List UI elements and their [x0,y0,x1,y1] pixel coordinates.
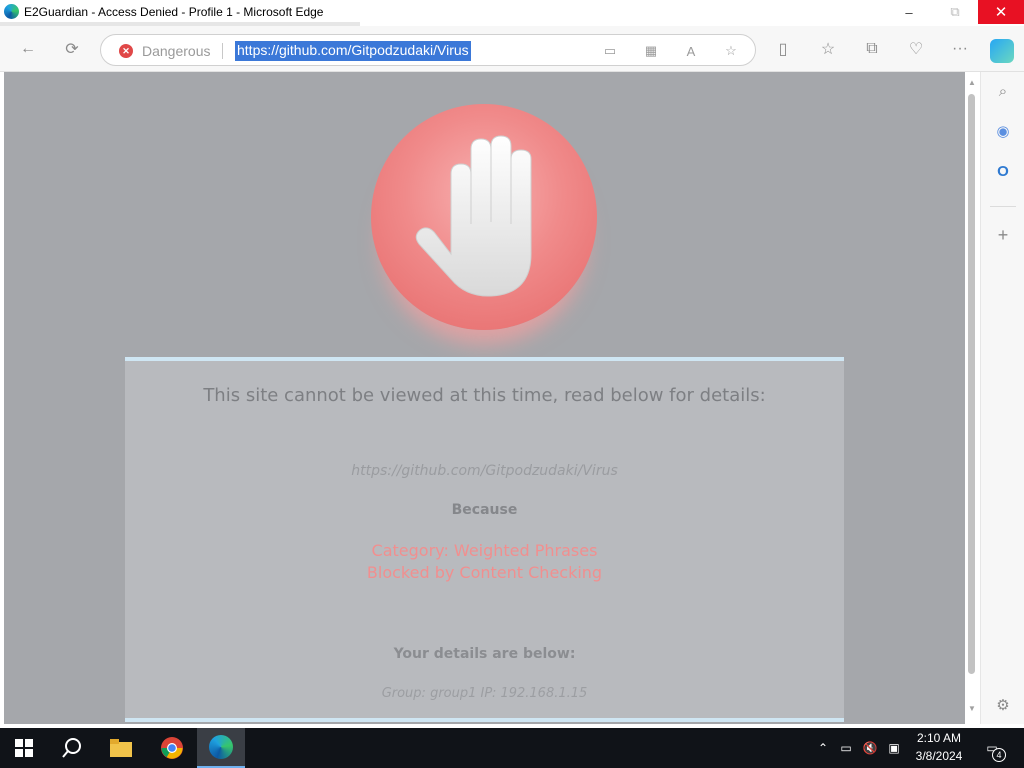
browser-essentials-icon[interactable]: ♡ [905,38,927,60]
read-aloud-icon[interactable]: A [682,42,700,60]
vertical-scrollbar[interactable]: ▲ ▼ [965,72,979,724]
qr-code-icon[interactable]: ▦ [642,42,660,60]
sidebar-divider [990,206,1016,207]
back-icon[interactable]: ← [17,38,39,60]
microsoft-365-icon[interactable]: ◉ [992,120,1014,142]
browser-toolbar: ← ⟳ ✕ Dangerous https://github.com/Gitpo… [0,26,1024,72]
split-screen-icon[interactable]: ▯ [772,38,794,60]
search-icon[interactable]: ⌕ [992,80,1014,102]
blocked-page: This site cannot be viewed at this time,… [4,72,965,724]
maximize-button[interactable]: ⧉ [932,0,978,24]
edge-taskbar-icon[interactable] [197,728,245,768]
minimize-button[interactable]: – [886,0,932,24]
action-center-status-icon[interactable]: ▣ [884,738,904,758]
search-taskbar-icon[interactable] [48,728,96,768]
edge-icon [4,4,19,19]
scroll-up-icon[interactable]: ▲ [968,78,976,87]
blocked-url: https://github.com/Gitpodzudaki/Virus [351,463,618,479]
user-details: Group: group1 IP: 192.168.1.15 [381,686,588,701]
edge-sidebar: ⌕ ◉ O + ⚙ [980,72,1024,724]
show-hidden-icons-icon[interactable]: ⌃ [813,738,833,758]
details-heading: Your details are below: [393,646,576,662]
address-separator [222,43,223,59]
more-icon[interactable]: ··· [949,38,971,60]
outlook-icon[interactable]: O [992,160,1014,182]
scroll-down-icon[interactable]: ▼ [968,704,976,713]
details-panel: This site cannot be viewed at this time,… [125,357,844,722]
favorites-icon[interactable]: ☆ [817,38,839,60]
add-icon[interactable]: + [992,224,1014,246]
chrome-icon[interactable] [148,728,196,768]
refresh-icon[interactable]: ⟳ [61,38,83,60]
url-input[interactable]: https://github.com/Gitpodzudaki/Virus [235,41,471,61]
title-bar: E2Guardian - Access Denied - Profile 1 -… [0,0,1024,24]
address-bar[interactable]: ✕ Dangerous https://github.com/Gitpodzud… [100,34,756,66]
network-icon[interactable]: ▭ [836,738,856,758]
windows-taskbar: ⌃ ▭ 🔇 ▣ 2:10 AM 3/8/2024 ▭ 4 [0,728,1024,768]
danger-icon[interactable]: ✕ [119,44,133,58]
copilot-icon[interactable] [990,39,1014,63]
block-reason-method: Blocked by Content Checking [366,563,603,582]
file-explorer-icon[interactable] [97,728,145,768]
close-button[interactable]: ✕ [978,0,1024,24]
security-label[interactable]: Dangerous [142,43,211,59]
notification-count-badge: 4 [992,748,1006,762]
window-title: E2Guardian - Access Denied - Profile 1 -… [24,5,324,19]
stop-hand-icon [371,104,597,330]
block-reason-category: Category: Weighted Phrases [371,541,598,560]
favorite-star-icon[interactable]: ☆ [722,42,740,60]
page-heading: This site cannot be viewed at this time,… [203,385,766,406]
clock-time[interactable]: 2:10 AM [908,731,970,745]
volume-muted-icon[interactable]: 🔇 [860,738,880,758]
start-button[interactable] [0,728,48,768]
clock-date[interactable]: 3/8/2024 [908,749,970,763]
scroll-thumb[interactable] [968,94,975,674]
settings-gear-icon[interactable]: ⚙ [992,694,1014,716]
app-available-icon[interactable]: ▭ [601,42,619,60]
because-label: Because [451,502,518,518]
collections-icon[interactable]: ⧉ [861,38,883,60]
